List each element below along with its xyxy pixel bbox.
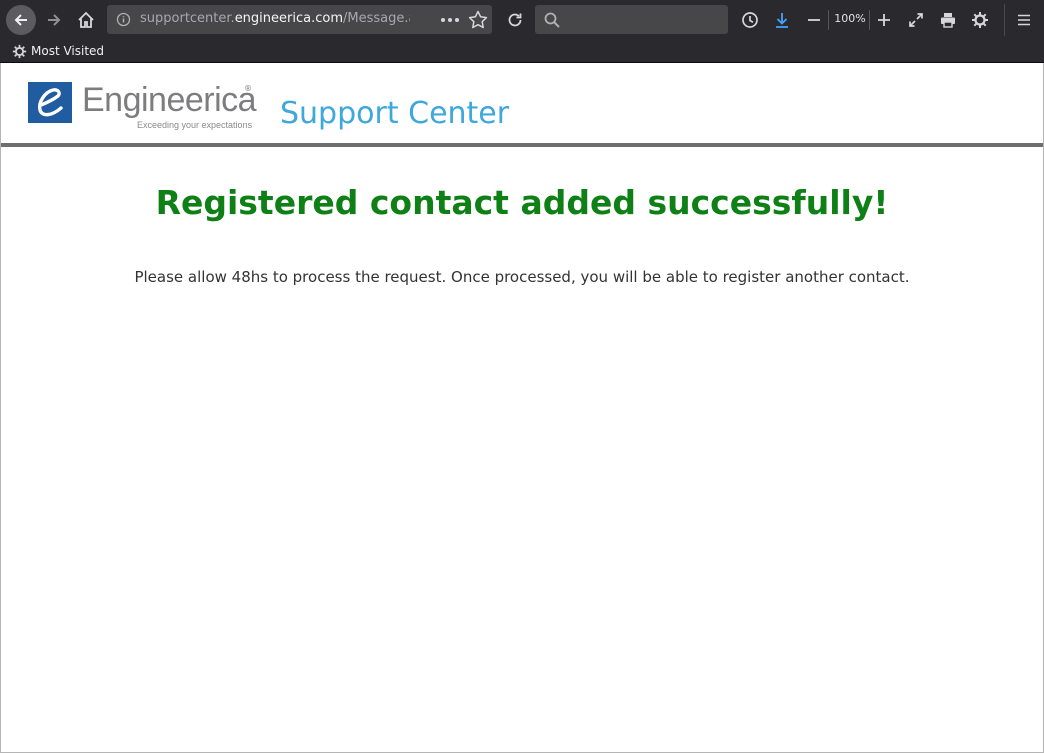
zoom-separator-left [828, 10, 829, 30]
arrow-left-icon [14, 14, 27, 26]
logo-e-icon [37, 88, 63, 117]
success-title: Registered contact added successfully! [155, 183, 889, 222]
settings-button[interactable] [968, 6, 992, 34]
plus-icon [878, 14, 890, 26]
search-bar[interactable] [535, 5, 728, 34]
hamburger-icon [1018, 14, 1030, 26]
page-actions-icon[interactable] [437, 10, 463, 29]
zoom-in-button[interactable] [872, 6, 896, 34]
print-button[interactable] [936, 6, 960, 34]
zoom-level[interactable]: 100% [832, 12, 868, 25]
gear-icon [972, 12, 988, 28]
home-icon [78, 11, 94, 28]
logo-wordmark: Engineerica [82, 81, 257, 119]
back-button[interactable] [6, 5, 36, 35]
logo-mark [28, 82, 72, 123]
header-divider [1, 143, 1043, 147]
web-page: Engineerica ® Exceeding your expectation… [0, 63, 1044, 753]
bookmarks-toolbar: Most Visited [0, 40, 1044, 62]
expand-icon [909, 13, 923, 27]
download-arrow-icon [776, 13, 788, 28]
forward-button[interactable] [40, 6, 68, 34]
zoom-out-button[interactable] [802, 6, 826, 34]
url-path: /Message.as [343, 11, 410, 26]
history-button[interactable] [738, 6, 762, 34]
clock-icon [742, 12, 758, 28]
engineerica-logo[interactable]: Engineerica ® Exceeding your expectation… [28, 81, 257, 132]
url-bar[interactable]: supportcenter.engineerica.com/Message.as [107, 5, 492, 34]
toolbar-separator [1004, 4, 1005, 36]
reload-button[interactable] [502, 6, 528, 34]
site-title: Support Center [280, 96, 510, 131]
success-message: Please allow 48hs to process the request… [134, 268, 910, 286]
logo-tagline: Exceeding your expectations [137, 120, 253, 130]
gear-icon [12, 44, 27, 58]
zoom-separator-right [869, 10, 870, 30]
menu-button[interactable] [1010, 6, 1038, 34]
logo-registered-mark: ® [244, 84, 252, 93]
minus-icon [808, 19, 820, 21]
printer-icon [941, 13, 955, 28]
url-domain: engineerica.com [234, 11, 343, 26]
home-button[interactable] [72, 6, 100, 34]
url-text[interactable]: supportcenter.engineerica.com/Message.as [140, 11, 410, 29]
info-icon[interactable] [116, 12, 131, 27]
fullscreen-button[interactable] [904, 6, 928, 34]
bookmark-most-visited[interactable]: Most Visited [12, 41, 104, 61]
search-icon [543, 11, 561, 29]
browser-chrome: supportcenter.engineerica.com/Message.as [0, 0, 1044, 63]
url-prefix: supportcenter. [140, 11, 235, 26]
downloads-button[interactable] [770, 6, 794, 34]
bookmark-star-icon[interactable] [467, 9, 489, 30]
arrow-right-icon [48, 14, 61, 26]
browser-toolbar: supportcenter.engineerica.com/Message.as [0, 0, 1044, 40]
reload-icon [508, 13, 522, 27]
bookmark-label: Most Visited [31, 44, 105, 58]
